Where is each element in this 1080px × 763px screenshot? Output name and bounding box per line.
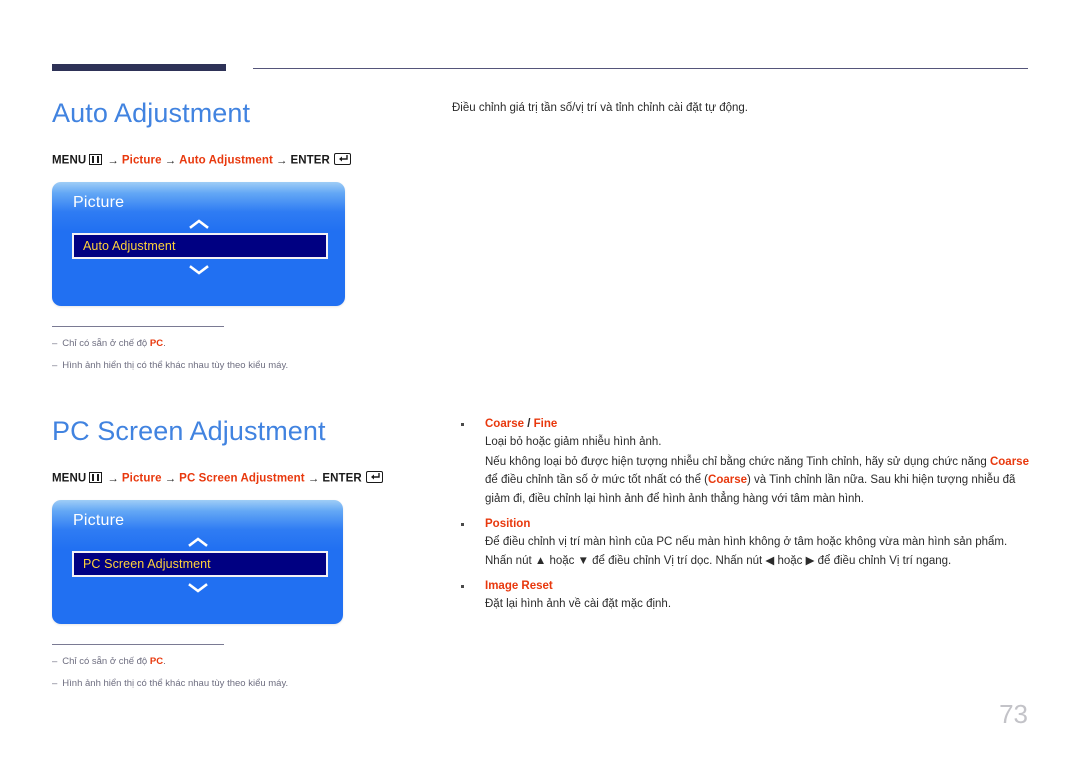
footnote-text-after: . [163, 656, 166, 667]
menu-path-arrow-1: → [107, 154, 119, 167]
header-rule-thin [253, 68, 1028, 69]
menu-path-arrow-3: → [275, 154, 288, 167]
paragraph-seg-2: để điều chỉnh tần số ở mức tốt nhất có t… [485, 474, 709, 487]
option-body-line: Loại bỏ hoặc giảm nhiễu hình ảnh. [485, 436, 662, 448]
footnote-text: Hình ảnh hiển thị có thể khác nhau tùy t… [62, 359, 289, 371]
chevron-up-icon[interactable] [52, 218, 345, 230]
menu-path-arrow-3: → [307, 472, 320, 485]
osd-selected-row[interactable]: PC Screen Adjustment [72, 551, 328, 577]
menu-path-arrow-1: → [107, 472, 119, 485]
footnote-item: – Hình ảnh hiển thị có thể khác nhau tùy … [52, 360, 288, 373]
page-title: Auto Adjustment [52, 98, 251, 128]
bullet-dot-icon [461, 584, 464, 588]
option-title: Image Reset [457, 580, 1032, 592]
option-body: Để điều chỉnh vị trí màn hình của PC nếu… [457, 533, 1032, 571]
chevron-down-icon[interactable] [52, 264, 345, 276]
option-item-position: Position Để điều chỉnh vị trí màn hình c… [457, 518, 1032, 571]
menu-path-step-picture: Picture [121, 472, 162, 485]
menu-path-menu-label: MENU [52, 154, 87, 167]
manual-page: Auto Adjustment MENU → Picture → Auto Adjust… [0, 0, 1080, 763]
osd-preview-auto-adjustment: Picture Auto Adjustment [52, 182, 345, 306]
footnote-text: Hình ảnh hiển thị có thể khác nhau tùy t… [62, 677, 289, 689]
footnote-text: Chỉ có sẵn ở chế độ [62, 656, 150, 667]
option-title: Position [457, 518, 1032, 530]
osd-preview-pc-screen-adjustment: Picture PC Screen Adjustment [52, 500, 343, 624]
option-body-paragraph: Nếu không loại bỏ được hiện tượng nhiễu … [485, 453, 1032, 509]
menu-path-step-picture: Picture [121, 154, 162, 167]
option-body-line: Nhấn nút ▲ hoặc ▼ để điều chỉnh Vị trí d… [485, 555, 952, 568]
menu-path-arrow-2: → [164, 472, 177, 485]
osd-selected-row[interactable]: Auto Adjustment [72, 233, 328, 259]
footnote-dash: – [52, 338, 58, 349]
footnote-dash: – [52, 359, 58, 371]
footnote-highlight: PC [149, 338, 164, 349]
enter-return-icon [333, 153, 351, 165]
menu-path-step-pc-screen-adjustment: PC Screen Adjustment [179, 472, 305, 485]
footnotes-pc-screen-adjustment: – Chỉ có sẵn ở chế độ PC. – Hình ảnh hiển … [52, 644, 288, 700]
bullet-dot-icon [461, 423, 464, 426]
footnote-dash: – [52, 656, 58, 667]
bullet-dot-icon [461, 522, 464, 526]
osd-selected-row-label: PC Screen Adjustment [83, 557, 211, 571]
option-body: Đặt lại hình ảnh về cài đặt mặc định. [457, 595, 1032, 614]
osd-title: Picture [73, 194, 125, 211]
menu-path-auto-adjustment: MENU → Picture → Auto Adjustment → ENTER [52, 153, 351, 167]
page-number: 73 [999, 699, 1028, 729]
footnote-dash: – [52, 677, 58, 689]
menu-path-enter-label: ENTER [322, 472, 362, 485]
lead-description: Điều chỉnh giá trị tần số/vị trí và tỉnh… [452, 102, 748, 114]
footnote-item: – Chỉ có sẵn ở chế độ PC. [52, 656, 288, 669]
menu-path-menu-label: MENU [52, 472, 87, 485]
footnotes-auto-adjustment: – Chỉ có sẵn ở chế độ PC. – Hình ảnh hiển … [52, 326, 288, 382]
footnote-item: – Chỉ có sẵn ở chế độ PC. [52, 338, 288, 351]
option-item-coarse-fine: Coarse / Fine Loại bỏ hoặc giảm nhiễu hì… [457, 418, 1032, 509]
paragraph-seg-1: Nếu không loại bỏ được hiện tượng nhiễu … [485, 455, 990, 468]
header-rule-thick [52, 64, 226, 71]
footnotes-divider [52, 326, 224, 327]
footnote-highlight: PC [149, 656, 164, 667]
menu-path-pc-screen-adjustment: MENU → Picture → PC Screen Adjustment → ENTER [52, 471, 383, 485]
menu-path-step-auto-adjustment: Auto Adjustment [179, 154, 273, 167]
option-body-line: Đặt lại hình ảnh về cài đặt mặc định. [485, 597, 672, 610]
chevron-up-icon[interactable] [52, 536, 343, 548]
footnotes-divider [52, 644, 224, 645]
footnote-text-after: . [163, 338, 166, 349]
option-item-image-reset: Image Reset Đặt lại hình ảnh về cài đặt … [457, 580, 1032, 614]
option-body-line: Để điều chỉnh vị trí màn hình của PC nếu… [485, 535, 1008, 548]
osd-title: Picture [73, 512, 125, 529]
option-title-primary: Position [485, 517, 531, 530]
menu-grid-icon [89, 471, 103, 483]
menu-path-arrow-2: → [164, 154, 177, 167]
option-body: Loại bỏ hoặc giảm nhiễu hình ảnh. Nếu kh… [457, 433, 1032, 509]
chevron-down-icon[interactable] [52, 582, 343, 594]
option-title-primary: Coarse [485, 418, 524, 430]
footnote-text: Chỉ có sẵn ở chế độ [62, 338, 150, 349]
option-title: Coarse / Fine [457, 418, 1032, 430]
option-title-secondary: Fine [533, 418, 558, 430]
menu-grid-icon [89, 153, 103, 165]
description-column: Điều chỉnh giá trị tần số/vị trí và tỉnh… [452, 100, 1030, 117]
option-title-separator: / [524, 418, 534, 430]
option-list: Coarse / Fine Loại bỏ hoặc giảm nhiễu hì… [457, 418, 1032, 622]
footnote-item: – Hình ảnh hiển thị có thể khác nhau tùy … [52, 678, 288, 691]
paragraph-highlight-1: Coarse [989, 455, 1029, 468]
section-title-pc-screen-adjustment: PC Screen Adjustment [52, 416, 326, 446]
paragraph-highlight-2: Coarse [708, 474, 748, 487]
menu-path-enter-label: ENTER [290, 154, 330, 167]
osd-selected-row-label: Auto Adjustment [83, 239, 176, 253]
option-title-primary: Image Reset [485, 579, 553, 592]
enter-return-icon [365, 471, 383, 483]
